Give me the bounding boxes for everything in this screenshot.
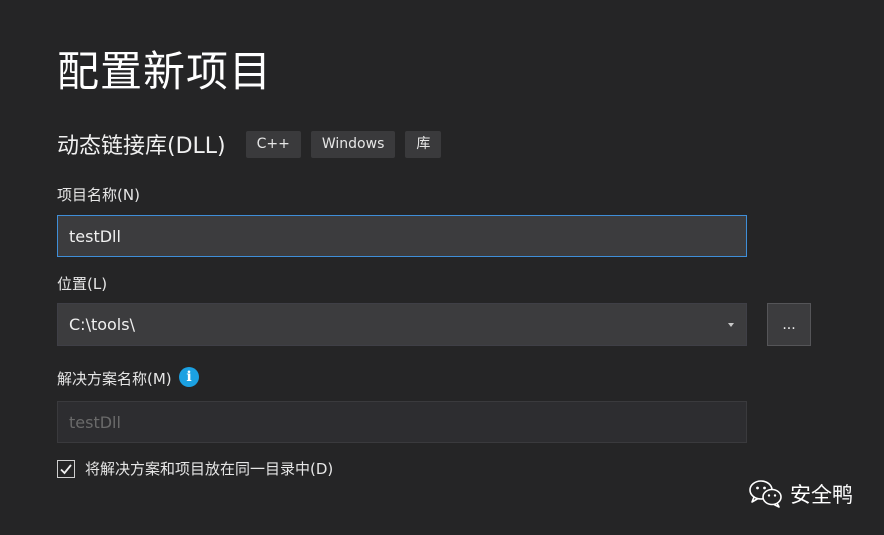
tag-language: C++	[245, 130, 301, 158]
solution-name-label: 解决方案名称(M)	[57, 370, 172, 388]
project-name-input[interactable]	[57, 215, 747, 257]
page-title: 配置新项目	[57, 47, 273, 96]
template-summary: 动态链接库(DLL) C++ Windows 库	[57, 128, 451, 160]
watermark: 安全鸭	[748, 479, 853, 509]
same-directory-option[interactable]: 将解决方案和项目放在同一目录中(D)	[57, 458, 333, 479]
checkmark-icon	[60, 463, 72, 474]
project-name-label: 项目名称(N)	[57, 186, 140, 204]
location-value: C:\tools\	[69, 315, 135, 334]
tag-project-type: 库	[405, 130, 442, 158]
location-combobox[interactable]: C:\tools\	[57, 303, 747, 346]
watermark-text: 安全鸭	[790, 483, 853, 507]
template-name: 动态链接库(DLL)	[57, 134, 226, 159]
same-directory-checkbox[interactable]	[57, 459, 75, 478]
wechat-icon	[749, 480, 782, 508]
location-label: 位置(L)	[57, 275, 108, 293]
tag-platform: Windows	[310, 130, 396, 158]
solution-name-input	[57, 401, 747, 443]
chevron-down-icon[interactable]	[728, 322, 734, 327]
same-directory-label: 将解决方案和项目放在同一目录中(D)	[85, 460, 334, 478]
info-icon[interactable]: i	[179, 367, 199, 387]
browse-button[interactable]: ...	[767, 303, 811, 346]
